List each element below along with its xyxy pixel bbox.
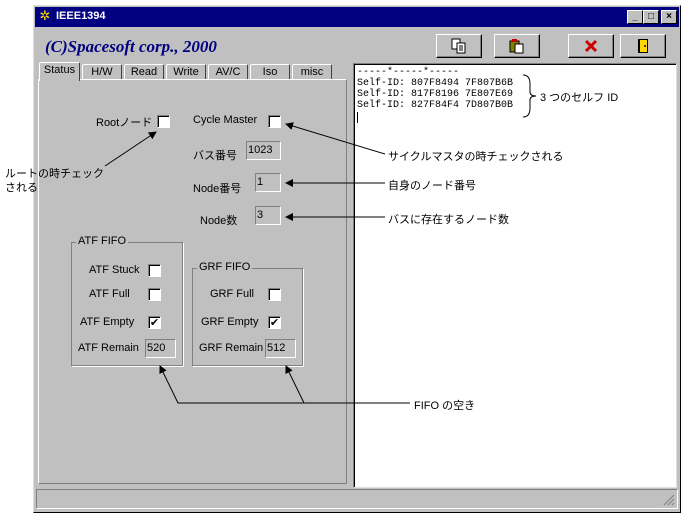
annotation-node-number: 自身のノード番号 (388, 180, 476, 192)
self-id-brace (522, 74, 537, 118)
tab-status[interactable]: Status (39, 62, 80, 81)
annotation-cycle-master: サイクルマスタの時チェックされる (388, 151, 564, 163)
fifo-line (159, 365, 410, 404)
cycle-master-arrow (285, 122, 386, 155)
annotation-arrows (104, 74, 537, 404)
root-arrow (104, 131, 157, 167)
annotation-self-ids: 3 つのセルフ ID (540, 92, 619, 104)
annotation-fifo: FIFO の空き (414, 400, 476, 412)
fifo-arrow-grf (285, 365, 305, 404)
annotation-root-line2: される (5, 182, 38, 194)
annotation-node-count: バスに存在するノード数 (388, 214, 509, 226)
